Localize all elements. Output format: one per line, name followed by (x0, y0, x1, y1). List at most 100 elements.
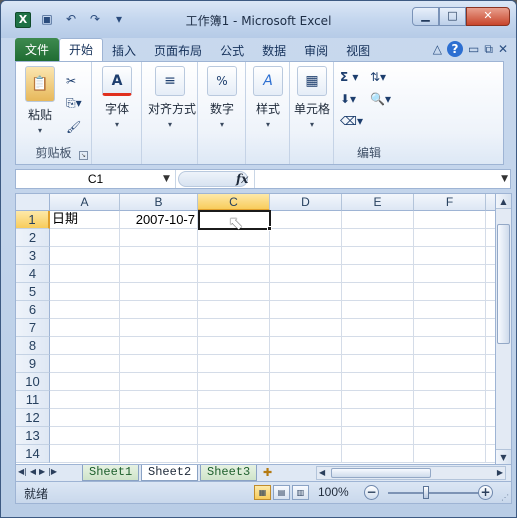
sort-filter-icon[interactable]: ⇅▾ (370, 68, 386, 86)
grid-cell[interactable] (198, 427, 270, 445)
grid-cell[interactable] (342, 445, 414, 463)
next-sheet-icon[interactable]: ▶ (39, 467, 45, 476)
number-dropdown-icon[interactable]: ▾ (200, 120, 244, 129)
tab-file[interactable]: 文件 (15, 38, 60, 62)
grid-cell[interactable] (342, 301, 414, 319)
grid-cell[interactable] (414, 283, 486, 301)
grid-cell[interactable] (198, 319, 270, 337)
paste-dropdown-icon[interactable]: ▾ (18, 126, 62, 135)
help-icon[interactable]: ? (447, 41, 464, 57)
minimize-button[interactable]: ▁ (412, 7, 439, 26)
grid-cell[interactable] (414, 409, 486, 427)
grid-cell[interactable] (486, 265, 495, 283)
column-header-f[interactable]: F (414, 194, 486, 211)
name-box-dropdown-icon[interactable]: ▼ (163, 170, 170, 188)
row-header-2[interactable]: 2 (16, 229, 50, 247)
doc-restore-icon[interactable]: ⧉ (484, 42, 493, 57)
grid-cell[interactable] (486, 211, 495, 229)
grid-cell[interactable] (486, 319, 495, 337)
grid-cell[interactable] (414, 337, 486, 355)
horizontal-scrollbar[interactable]: ◀ ▶ (316, 466, 506, 480)
grid-cell[interactable] (486, 445, 495, 463)
grid-cell[interactable] (270, 355, 342, 373)
grid-cell[interactable] (270, 319, 342, 337)
grid-cell[interactable] (270, 445, 342, 463)
grid-cell[interactable] (342, 229, 414, 247)
tab-home[interactable]: 开始 (59, 38, 104, 62)
grid-cell[interactable] (198, 337, 270, 355)
clipboard-dialog-launcher-icon[interactable]: ↘ (79, 151, 88, 160)
grid-cell[interactable] (486, 337, 495, 355)
fill-handle[interactable] (267, 226, 272, 231)
grid-cell[interactable] (342, 373, 414, 391)
grid-cell[interactable] (120, 247, 198, 265)
sheet-tab-1[interactable]: Sheet1 (82, 465, 140, 481)
grid-cell[interactable] (342, 391, 414, 409)
resize-grip-icon[interactable]: ⋰ (501, 493, 511, 503)
grid-cell[interactable] (198, 373, 270, 391)
grid-cell[interactable] (50, 445, 120, 463)
grid-cell[interactable] (270, 229, 342, 247)
grid-cell[interactable] (414, 355, 486, 373)
row-header-3[interactable]: 3 (16, 247, 50, 265)
grid-cell[interactable] (342, 337, 414, 355)
zoom-in-icon[interactable]: + (478, 485, 493, 500)
tab-data[interactable]: 数据 (253, 40, 295, 62)
grid-cell[interactable] (270, 247, 342, 265)
grid-cell[interactable] (198, 445, 270, 463)
row-header-1[interactable]: 1 (16, 211, 50, 229)
grid-cell[interactable] (486, 301, 495, 319)
tab-page-layout[interactable]: 页面布局 (145, 40, 211, 62)
grid-cell[interactable] (198, 247, 270, 265)
grid-cell[interactable] (342, 427, 414, 445)
grid-cell[interactable] (414, 319, 486, 337)
grid-cell[interactable] (342, 319, 414, 337)
cells-dropdown-icon[interactable]: ▾ (290, 120, 334, 129)
sheet-tab-2[interactable]: Sheet2 (141, 465, 199, 481)
number-button[interactable]: % 数字 ▾ (200, 66, 244, 129)
close-button[interactable]: ✕ (466, 7, 510, 26)
grid-cell[interactable] (270, 301, 342, 319)
doc-minimize-icon[interactable]: ▭ (468, 42, 479, 56)
grid-cell[interactable] (120, 229, 198, 247)
collapse-ribbon-icon[interactable]: △ (433, 42, 442, 56)
find-select-icon[interactable]: 🔍▾ (370, 90, 391, 108)
grid-cell[interactable] (486, 409, 495, 427)
last-sheet-icon[interactable]: |▶ (48, 467, 57, 476)
alignment-button[interactable]: ≡ 对齐方式 ▾ (148, 66, 196, 129)
grid-cell[interactable] (342, 355, 414, 373)
grid-cell[interactable] (120, 409, 198, 427)
grid-cell[interactable] (120, 337, 198, 355)
grid-cell[interactable] (270, 373, 342, 391)
row-header-12[interactable]: 12 (16, 409, 50, 427)
grid-cell[interactable] (414, 301, 486, 319)
tab-formulas[interactable]: 公式 (211, 40, 253, 62)
alignment-dropdown-icon[interactable]: ▾ (148, 120, 192, 129)
styles-button[interactable]: A 样式 ▾ (246, 66, 290, 129)
grid-cell[interactable] (414, 445, 486, 463)
grid-cell[interactable] (198, 301, 270, 319)
scroll-left-icon[interactable]: ◀ (319, 467, 325, 479)
grid-cell[interactable] (120, 427, 198, 445)
grid-cell[interactable] (50, 391, 120, 409)
grid-cell[interactable] (198, 265, 270, 283)
format-painter-icon[interactable]: 🖌 (66, 118, 81, 136)
grid-cell[interactable] (270, 283, 342, 301)
grid-cell[interactable] (120, 265, 198, 283)
zoom-level[interactable]: 100% (318, 485, 349, 499)
fill-icon[interactable]: ⬇▾ (340, 90, 356, 108)
grid-cell[interactable] (120, 373, 198, 391)
insert-function-icon[interactable]: fx (236, 170, 248, 188)
row-header-9[interactable]: 9 (16, 355, 50, 373)
grid-cell[interactable] (198, 355, 270, 373)
grid-cell[interactable] (270, 391, 342, 409)
first-sheet-icon[interactable]: ◀| (18, 467, 27, 476)
grid-cell[interactable] (120, 301, 198, 319)
row-header-8[interactable]: 8 (16, 337, 50, 355)
styles-dropdown-icon[interactable]: ▾ (246, 120, 290, 129)
grid-cell[interactable] (414, 391, 486, 409)
row-header-6[interactable]: 6 (16, 301, 50, 319)
cell-a1[interactable]: 日期 (50, 211, 120, 229)
grid-cell[interactable] (414, 427, 486, 445)
grid-cell[interactable] (50, 301, 120, 319)
